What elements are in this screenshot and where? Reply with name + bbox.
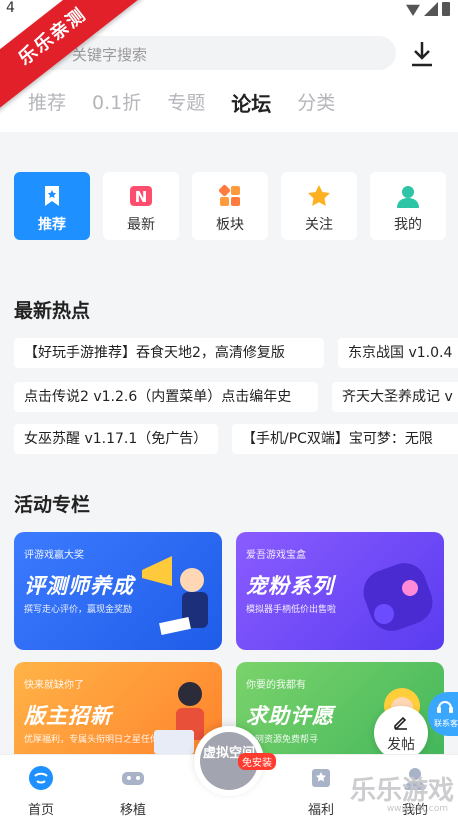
- tab-recommend[interactable]: 推荐: [28, 88, 66, 117]
- quick-board-label: 板块: [216, 217, 244, 233]
- headset-icon: [437, 701, 453, 713]
- quick-entry-row: 推荐 N 最新 板块 关注 我的: [14, 172, 446, 240]
- bookmark-icon: [45, 186, 59, 206]
- install-free-badge: 免安装: [238, 753, 276, 770]
- hot-tag[interactable]: 点击传说2 v1.2.6（内置菜单）点击编年史: [14, 382, 318, 412]
- nav-port[interactable]: 移植: [98, 755, 168, 820]
- card-title: 宠粉系列: [246, 574, 334, 598]
- signal-icon: [424, 2, 438, 16]
- activity-card-reviewer[interactable]: 评游戏赢大奖 评测师养成 撰写走心评价，赢现金奖励: [14, 532, 222, 650]
- card-tag: 快来就缺你了: [24, 680, 84, 691]
- top-tabs: 推荐 0.1折 专题 论坛 分类: [28, 88, 361, 117]
- search-placeholder: 关键字搜索: [72, 46, 148, 64]
- wifi-icon: [406, 4, 420, 16]
- card-subtitle: 撰写走心评价，赢现金奖励: [24, 605, 133, 615]
- hot-tag[interactable]: 东京战国 v1.0.4: [338, 338, 458, 368]
- tab-topic[interactable]: 专题: [167, 88, 205, 117]
- card-title: 求助许愿: [246, 704, 334, 728]
- quick-latest-label: 最新: [127, 217, 155, 233]
- card-tag: 爱吾游戏宝盒: [246, 550, 306, 561]
- customer-service-button[interactable]: 联系客服: [428, 692, 458, 736]
- quick-mine-label: 我的: [394, 217, 422, 233]
- megaphone-illustration: [142, 556, 208, 635]
- hot-tag[interactable]: 【好玩手游推荐】吞食天地2，高清修复版: [14, 338, 324, 368]
- watermark: 乐乐游戏 www.66t.com: [346, 768, 458, 820]
- customer-service-label: 联系客服: [434, 719, 458, 728]
- tab-discount[interactable]: 0.1折: [92, 88, 141, 117]
- grid-icon: [218, 184, 240, 206]
- quick-latest-button[interactable]: N 最新: [103, 172, 179, 240]
- svg-text:N: N: [135, 188, 148, 206]
- hot-tag[interactable]: 【手机/PC双端】宝可梦：无限: [232, 424, 458, 454]
- gift-icon: [312, 769, 330, 787]
- status-icons: [406, 2, 450, 16]
- card-subtitle: 模拟器手柄低价出售啦: [246, 605, 337, 615]
- hot-section-title: 最新热点: [14, 300, 91, 322]
- post-label: 发帖: [387, 737, 415, 753]
- tab-forum[interactable]: 论坛: [231, 88, 271, 117]
- nav-home-label: 首页: [27, 803, 54, 818]
- battery-icon: [442, 2, 450, 16]
- card-title: 版主招新: [24, 704, 112, 728]
- new-badge-icon: N: [130, 186, 152, 206]
- quick-mine-button[interactable]: 我的: [370, 172, 446, 240]
- nav-port-label: 移植: [119, 803, 146, 818]
- star-icon: [308, 185, 330, 206]
- watermark-text: 乐乐游戏: [349, 776, 454, 806]
- edit-icon: [394, 716, 407, 730]
- quick-board-button[interactable]: 板块: [192, 172, 268, 240]
- tab-category[interactable]: 分类: [297, 88, 335, 117]
- quick-recommend-label: 推荐: [38, 217, 66, 233]
- download-icon[interactable]: [410, 40, 434, 68]
- hot-tag[interactable]: 女巫苏醒 v1.17.1（免广告）: [14, 424, 218, 454]
- card-tag: 你要的我都有: [246, 680, 306, 691]
- quick-follow-button[interactable]: 关注: [281, 172, 357, 240]
- watermark-url: www.66t.com: [386, 804, 448, 814]
- gamepad-illustration: [363, 563, 433, 631]
- card-tag: 评游戏赢大奖: [24, 550, 84, 561]
- quick-recommend-button[interactable]: 推荐: [14, 172, 90, 240]
- gamepad-icon: [122, 772, 144, 785]
- quick-follow-label: 关注: [305, 217, 333, 233]
- hot-tag[interactable]: 齐天大圣养成记 v: [332, 382, 458, 412]
- activity-section-title: 活动专栏: [14, 494, 91, 516]
- status-time: 4: [6, 0, 15, 16]
- user-icon: [397, 186, 419, 208]
- post-button[interactable]: 发帖: [374, 706, 428, 760]
- card-title: 评测师养成: [24, 574, 134, 598]
- home-icon: [29, 766, 53, 790]
- nav-home[interactable]: 首页: [6, 755, 76, 820]
- activity-card-fans[interactable]: 爱吾游戏宝盒 宠粉系列 模拟器手柄低价出售啦: [236, 532, 444, 650]
